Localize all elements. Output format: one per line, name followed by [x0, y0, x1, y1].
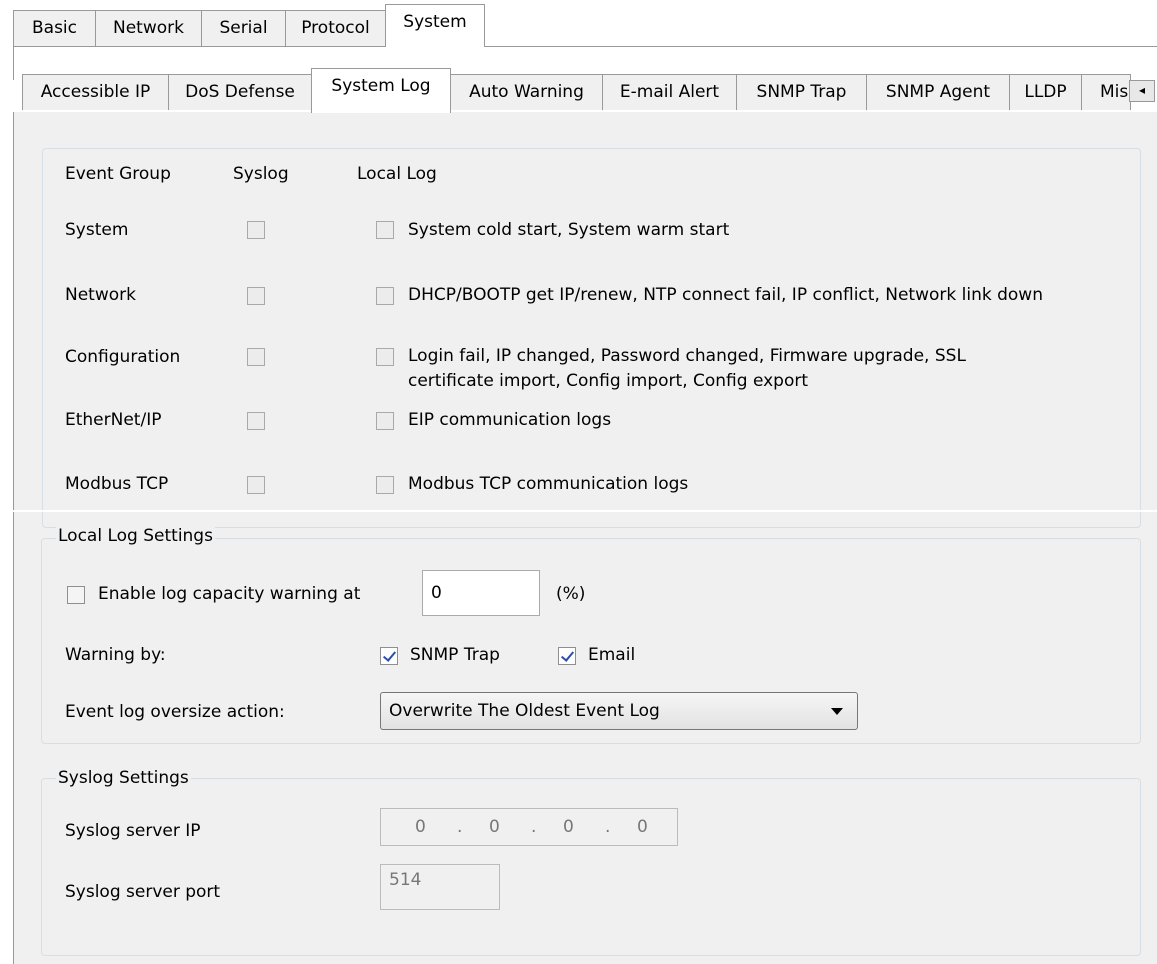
tab-basic[interactable]: Basic: [13, 10, 96, 46]
ip-dot-3: .: [605, 817, 611, 837]
syslog-checkbox-system[interactable]: [247, 221, 265, 239]
chevron-down-icon: [831, 708, 843, 715]
event-group-network: Network: [65, 285, 136, 305]
subtab-snmp-agent[interactable]: SNMP Agent: [866, 74, 1010, 110]
oversize-action-select[interactable]: Overwrite The Oldest Event Log: [380, 692, 858, 730]
main-tab-baseline: [13, 46, 385, 47]
locallog-checkbox-network[interactable]: [376, 287, 394, 305]
syslog-server-ip-label: Syslog server IP: [65, 821, 201, 841]
main-tab-baseline-right: [485, 46, 1157, 47]
event-desc-ethernet-ip: EIP communication logs: [408, 410, 612, 430]
syslog-settings-legend: Syslog Settings: [56, 768, 191, 788]
warning-snmp-trap-checkbox[interactable]: [380, 647, 398, 665]
event-group-box: [42, 148, 1141, 528]
ip-octet-1: 0: [415, 817, 426, 837]
subtab-accessible-ip[interactable]: Accessible IP: [22, 74, 169, 110]
locallog-checkbox-system[interactable]: [376, 221, 394, 239]
locallog-checkbox-modbus-tcp[interactable]: [376, 476, 394, 494]
ip-octet-3: 0: [563, 817, 574, 837]
subtab-auto-warning[interactable]: Auto Warning: [450, 74, 603, 110]
section-divider: [1, 510, 1157, 512]
syslog-server-port-label: Syslog server port: [65, 882, 221, 902]
tab-network[interactable]: Network: [95, 10, 202, 46]
event-desc-configuration: Login fail, IP changed, Password changed…: [408, 346, 966, 366]
ip-octet-4: 0: [637, 817, 648, 837]
syslog-checkbox-network[interactable]: [247, 287, 265, 305]
oversize-action-value: Overwrite The Oldest Event Log: [389, 701, 660, 721]
syslog-checkbox-modbus-tcp[interactable]: [247, 476, 265, 494]
warning-email-checkbox[interactable]: [558, 647, 576, 665]
capacity-percent-input[interactable]: 0: [422, 570, 540, 616]
enable-capacity-warning-label: Enable log capacity warning at: [98, 584, 361, 604]
event-desc-network: DHCP/BOOTP get IP/renew, NTP connect fai…: [408, 285, 1043, 305]
warning-snmp-trap-label: SNMP Trap: [410, 645, 500, 665]
event-group-configuration: Configuration: [65, 347, 181, 367]
locallog-checkbox-configuration[interactable]: [376, 348, 394, 366]
local-log-settings-legend: Local Log Settings: [56, 526, 215, 546]
event-group-system: System: [65, 220, 129, 240]
event-desc-system: System cold start, System warm start: [408, 220, 730, 240]
ip-dot-2: .: [531, 817, 537, 837]
syslog-settings-box: [41, 778, 1141, 956]
event-group-ethernet-ip: EtherNet/IP: [65, 410, 162, 430]
system-log-panel: Event Group Syslog Local Log System Syst…: [1, 112, 1157, 964]
capacity-unit-label: (%): [556, 584, 586, 604]
ip-dot-1: .: [457, 817, 463, 837]
event-group-modbus-tcp: Modbus TCP: [65, 474, 169, 494]
tab-system[interactable]: System: [385, 4, 485, 47]
tab-scroll-left-button[interactable]: ◂: [1129, 80, 1155, 102]
tab-protocol[interactable]: Protocol: [285, 10, 386, 46]
event-desc-configuration-line2: certificate import, Config import, Confi…: [408, 371, 809, 391]
event-desc-modbus-tcp: Modbus TCP communication logs: [408, 474, 689, 494]
locallog-checkbox-ethernet-ip[interactable]: [376, 412, 394, 430]
syslog-checkbox-configuration[interactable]: [247, 348, 265, 366]
subtab-lldp[interactable]: LLDP: [1009, 74, 1082, 110]
warning-by-label: Warning by:: [65, 645, 166, 665]
subtab-system-log[interactable]: System Log: [311, 68, 451, 113]
header-syslog: Syslog: [233, 164, 289, 184]
subtab-email-alert[interactable]: E-mail Alert: [602, 74, 737, 110]
chevron-left-icon: ◂: [1138, 83, 1146, 97]
subtab-dos-defense[interactable]: DoS Defense: [168, 74, 312, 110]
syslog-server-ip-input[interactable]: 0 . 0 . 0 . 0: [380, 808, 678, 846]
syslog-checkbox-ethernet-ip[interactable]: [247, 412, 265, 430]
ip-octet-2: 0: [489, 817, 500, 837]
header-event-group: Event Group: [65, 164, 171, 184]
oversize-action-label: Event log oversize action:: [65, 702, 285, 722]
subtab-snmp-trap[interactable]: SNMP Trap: [736, 74, 867, 110]
header-local-log: Local Log: [357, 164, 437, 184]
tab-serial[interactable]: Serial: [201, 10, 286, 46]
subtab-misc[interactable]: Mis: [1081, 74, 1131, 110]
syslog-server-port-input[interactable]: 514: [380, 864, 500, 910]
warning-email-label: Email: [588, 645, 636, 665]
enable-capacity-warning-checkbox[interactable]: [67, 586, 85, 604]
main-panel-left-edge: [13, 46, 14, 80]
